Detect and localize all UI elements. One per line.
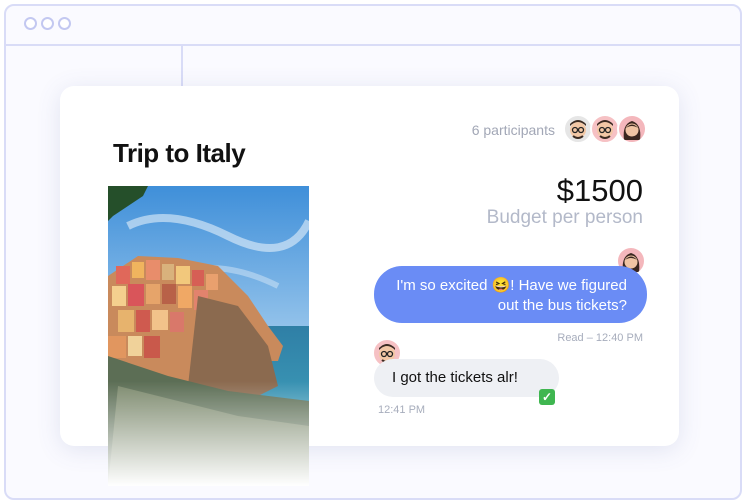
trip-photo: [108, 186, 309, 486]
check-mark-icon[interactable]: ✓: [539, 389, 555, 405]
trip-title: Trip to Italy: [113, 138, 246, 168]
sidebar-divider: [181, 44, 183, 88]
message-text: I'm so excited 😆! Have we figured: [396, 277, 627, 294]
participants-count: 6 participants: [471, 122, 555, 138]
incoming-message-bubble[interactable]: I got the tickets alr!: [374, 359, 559, 397]
man-glasses-avatar[interactable]: [590, 114, 620, 144]
message-timestamp: 12:41 PM: [378, 404, 426, 416]
message-text: I got the tickets alr!: [392, 369, 518, 386]
window-dot-icon: [24, 17, 37, 30]
budget-amount: $1500: [556, 173, 643, 208]
read-receipt: Read – 12:40 PM: [557, 332, 643, 344]
woman-avatar[interactable]: [617, 114, 647, 144]
man-glasses-avatar[interactable]: [563, 114, 593, 144]
message-text: out the bus tickets?: [497, 297, 627, 314]
outgoing-message-bubble[interactable]: I'm so excited 😆! Have we figured out th…: [374, 266, 647, 323]
budget-label: Budget per person: [486, 207, 643, 228]
browser-title-bar: [6, 6, 740, 46]
window-dot-icon: [58, 17, 71, 30]
window-dot-icon: [41, 17, 54, 30]
